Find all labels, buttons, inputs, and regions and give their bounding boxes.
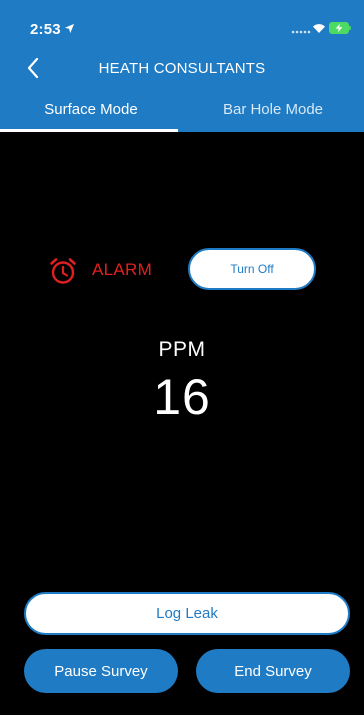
- ppm-value: 16: [153, 369, 211, 425]
- survey-screen: 2:53 HEATH CONSULTANTS Surface Mode Bar …: [0, 0, 364, 715]
- pause-survey-button[interactable]: Pause Survey: [24, 649, 178, 693]
- header: 2:53 HEATH CONSULTANTS Surface Mode Bar …: [0, 0, 364, 132]
- active-tab-indicator: [0, 129, 178, 132]
- mode-tabs: Surface Mode Bar Hole Mode: [0, 86, 364, 132]
- log-leak-button[interactable]: Log Leak: [24, 592, 350, 635]
- page-title: HEATH CONSULTANTS: [98, 60, 266, 77]
- alarm-label: ALARM: [92, 260, 153, 279]
- status-time: 2:53: [30, 21, 61, 38]
- alarm-row: ALARM Turn Off: [0, 248, 364, 292]
- battery-charging-icon: [329, 22, 351, 34]
- signal-dots-icon: [291, 30, 311, 34]
- nav-bar: HEATH CONSULTANTS: [0, 50, 364, 86]
- end-survey-button[interactable]: End Survey: [196, 649, 350, 693]
- wifi-icon: [313, 24, 325, 33]
- back-button[interactable]: [20, 54, 46, 82]
- location-arrow-icon: [64, 23, 75, 34]
- chevron-left-icon: [27, 57, 39, 79]
- status-bar: 2:53: [0, 0, 364, 44]
- turn-off-button[interactable]: Turn Off: [188, 248, 316, 290]
- alarm-clock-icon: [50, 258, 76, 284]
- ppm-unit-label: PPM: [158, 338, 206, 361]
- tab-bar-hole-mode[interactable]: Bar Hole Mode: [182, 86, 364, 132]
- tab-surface-mode[interactable]: Surface Mode: [0, 86, 182, 132]
